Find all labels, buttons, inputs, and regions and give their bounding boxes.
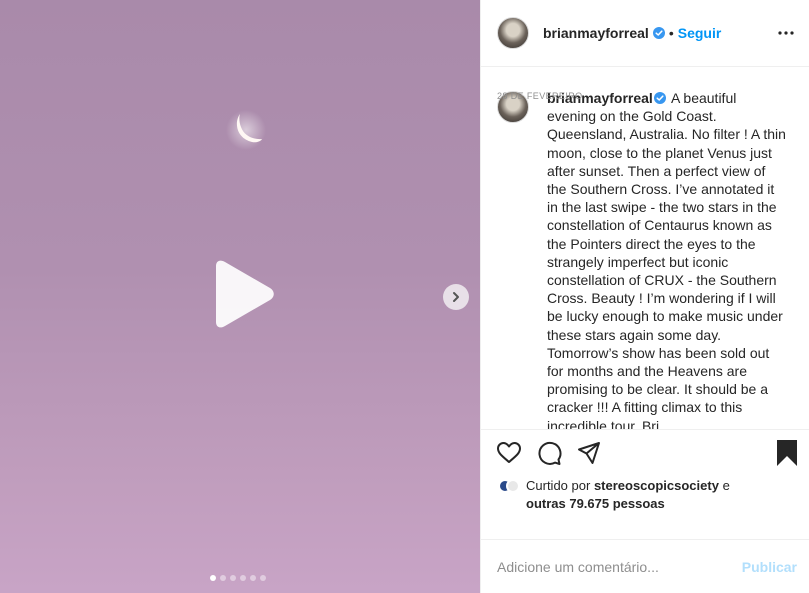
bookmark-icon[interactable]: [775, 439, 799, 467]
paper-plane-icon[interactable]: [576, 440, 602, 466]
chevron-right-icon: [453, 292, 459, 302]
follow-button[interactable]: Seguir: [678, 25, 722, 41]
verified-badge-icon: [653, 92, 666, 104]
post-date[interactable]: 28 DE FEVEREIRO: [497, 91, 583, 101]
publish-button[interactable]: Publicar: [742, 559, 797, 575]
caption-text-block: brianmayforreal A beautiful evening on t…: [547, 89, 787, 429]
carousel-dot: [240, 575, 246, 581]
carousel-dot: [250, 575, 256, 581]
likes-text: Curtido por stereoscopicsociety e outras…: [526, 477, 766, 513]
liker-avatars[interactable]: [498, 479, 520, 493]
liked-conj: e: [722, 478, 730, 493]
next-slide-button[interactable]: [443, 284, 469, 310]
caption-row: brianmayforreal A beautiful evening on t…: [497, 89, 793, 429]
comment-input[interactable]: [497, 558, 742, 575]
comment-icon[interactable]: [536, 440, 562, 466]
liked-others-link[interactable]: outras 79.675 pessoas: [526, 496, 665, 511]
heart-icon[interactable]: [496, 440, 522, 466]
header-username[interactable]: brianmayforreal: [543, 25, 649, 41]
carousel-dot: [230, 575, 236, 581]
liked-user-link[interactable]: stereoscopicsociety: [594, 478, 719, 493]
verified-badge-icon: [652, 27, 665, 39]
likes-summary: Curtido por stereoscopicsociety e outras…: [498, 477, 766, 513]
comments-area[interactable]: brianmayforreal A beautiful evening on t…: [481, 67, 809, 429]
liked-prefix: Curtido por: [526, 478, 591, 493]
carousel-dot: [260, 575, 266, 581]
post-header: brianmayforreal • Seguir: [481, 0, 809, 67]
play-icon[interactable]: [208, 260, 276, 328]
avatar[interactable]: [497, 17, 529, 49]
moon-image: [226, 110, 266, 150]
avatar: [506, 479, 520, 493]
post-actions: Curtido por stereoscopicsociety e outras…: [481, 429, 809, 511]
carousel-dot: [220, 575, 226, 581]
post-side-panel: brianmayforreal • Seguir brianmayforreal…: [480, 0, 809, 593]
post-media[interactable]: [0, 0, 480, 593]
caption-text: A beautiful evening on the Gold Coast. Q…: [547, 90, 786, 429]
carousel-dot: [210, 575, 216, 581]
separator-dot: •: [668, 25, 674, 41]
add-comment-bar: Publicar: [481, 539, 809, 593]
more-dots-icon[interactable]: [777, 24, 795, 42]
carousel-indicator: [210, 575, 266, 581]
